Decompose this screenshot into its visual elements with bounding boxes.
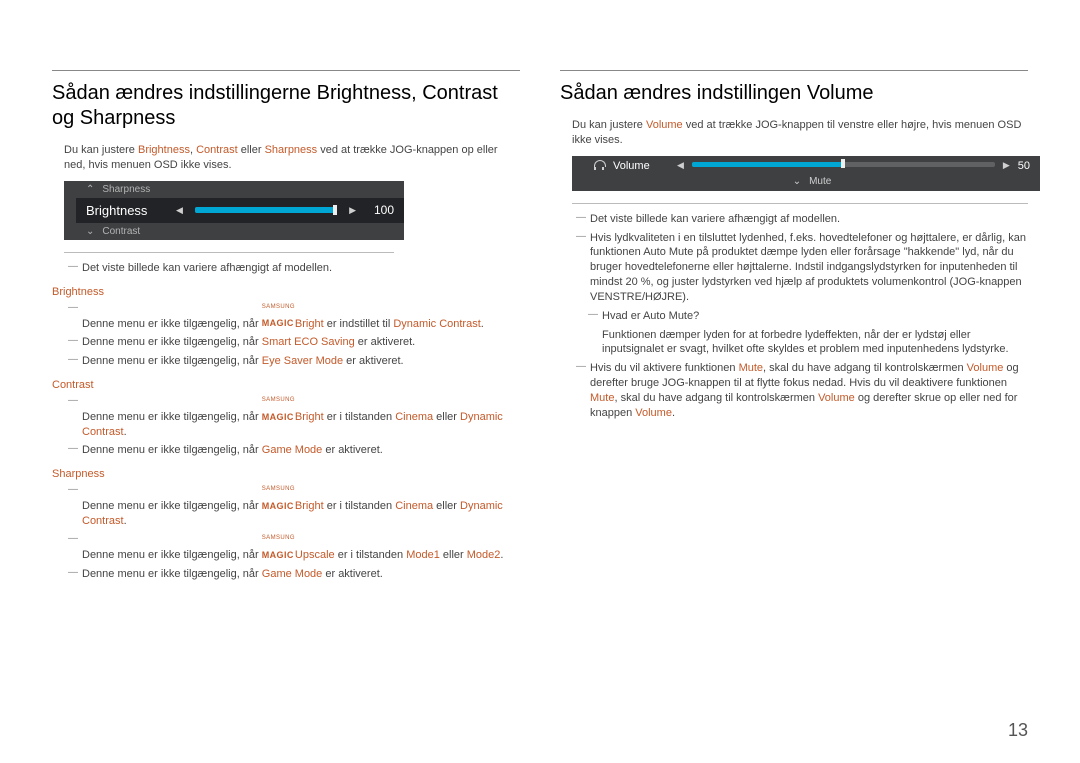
bullet: Denne menu er ikke tilgængelig, når SAMS… bbox=[52, 533, 520, 563]
text: Hvis du vil aktivere funktionen Mute, sk… bbox=[590, 361, 1028, 420]
osd-row-up: ⌃ Sharpness bbox=[76, 181, 404, 198]
osd-mute-label: Mute bbox=[809, 176, 831, 187]
divider bbox=[64, 252, 394, 253]
osd-brightness-widget: ⌃ Sharpness Brightness ◀ ▶ 100 ⌄ Contras… bbox=[64, 181, 404, 240]
hl-sharpness: Sharpness bbox=[265, 144, 318, 156]
note-auto-mute-answer: Funktionen dæmper lyden for at forbedre … bbox=[602, 328, 1028, 358]
note-what-is-auto-mute: Hvad er Auto Mute? bbox=[584, 309, 1028, 324]
text: Du kan justere bbox=[572, 119, 646, 131]
text: Du kan justere bbox=[64, 144, 138, 156]
bullet: Denne menu er ikke tilgængelig, når Eye … bbox=[52, 354, 520, 369]
triangle-right-icon: ▶ bbox=[1003, 160, 1010, 171]
note-auto-mute: Hvis lydkvaliteten i en tilsluttet lyden… bbox=[560, 231, 1028, 305]
right-column: Sådan ændres indstillingen Volume Du kan… bbox=[560, 70, 1028, 585]
brightness-slider[interactable] bbox=[195, 207, 337, 213]
heading-right: Sådan ændres indstillingen Volume bbox=[560, 81, 1028, 106]
osd-selected-value: 100 bbox=[364, 203, 394, 217]
hl-contrast: Contrast bbox=[196, 144, 238, 156]
text: Denne menu er ikke tilgængelig, når SAMS… bbox=[82, 302, 484, 332]
triangle-right-icon: ▶ bbox=[349, 205, 356, 216]
text: Denne menu er ikke tilgængelig, når Eye … bbox=[82, 354, 404, 369]
section-rule bbox=[52, 70, 520, 71]
osd-row-selected: Brightness ◀ ▶ 100 bbox=[76, 198, 404, 223]
text: Hvis lydkvaliteten i en tilsluttet lyden… bbox=[590, 231, 1028, 305]
text: Det viste billede kan variere afhængigt … bbox=[82, 261, 332, 276]
note-mute-toggle: Hvis du vil aktivere funktionen Mute, sk… bbox=[560, 361, 1028, 420]
subhead-sharpness: Sharpness bbox=[52, 468, 520, 480]
osd-volume-row: Volume ◀ ▶ 50 bbox=[584, 156, 1040, 176]
osd-volume-value: 50 bbox=[1018, 160, 1030, 172]
intro-left: Du kan justere Brightness, Contrast elle… bbox=[52, 143, 520, 173]
text: Denne menu er ikke tilgængelig, når Game… bbox=[82, 567, 383, 582]
heading-left: Sådan ændres indstillingerne Brightness,… bbox=[52, 81, 520, 131]
divider bbox=[572, 203, 1028, 204]
osd-selected-label: Brightness bbox=[86, 203, 168, 218]
chevron-down-icon: ⌄ bbox=[793, 176, 801, 187]
osd-volume-widget: Volume ◀ ▶ 50 ⌄ Mute bbox=[572, 156, 1040, 191]
note-model: Det viste billede kan variere afhængigt … bbox=[52, 261, 520, 276]
osd-up-label: Sharpness bbox=[102, 184, 150, 195]
intro-right: Du kan justere Volume ved at trække JOG-… bbox=[560, 118, 1028, 148]
bullet: Denne menu er ikke tilgængelig, når SAMS… bbox=[52, 302, 520, 332]
osd-mute-row: ⌄ Mute bbox=[584, 176, 1040, 191]
section-rule bbox=[560, 70, 1028, 71]
chevron-down-icon: ⌄ bbox=[86, 226, 94, 237]
page-number: 13 bbox=[1008, 720, 1028, 741]
subhead-contrast: Contrast bbox=[52, 379, 520, 391]
text: Denne menu er ikke tilgængelig, når SAMS… bbox=[82, 395, 520, 440]
bullet: Denne menu er ikke tilgængelig, når SAMS… bbox=[52, 484, 520, 529]
bullet: Denne menu er ikke tilgængelig, når Game… bbox=[52, 443, 520, 458]
bullet: Denne menu er ikke tilgængelig, når SAMS… bbox=[52, 395, 520, 440]
bullet: Denne menu er ikke tilgængelig, når Game… bbox=[52, 567, 520, 582]
osd-down-label: Contrast bbox=[102, 226, 140, 237]
text: Det viste billede kan variere afhængigt … bbox=[590, 212, 840, 227]
osd-row-down: ⌄ Contrast bbox=[76, 223, 404, 240]
text: Denne menu er ikke tilgængelig, når SAMS… bbox=[82, 484, 520, 529]
subhead-brightness: Brightness bbox=[52, 286, 520, 298]
hl-brightness: Brightness bbox=[138, 144, 190, 156]
chevron-up-icon: ⌃ bbox=[86, 184, 94, 195]
text: Denne menu er ikke tilgængelig, når SAMS… bbox=[82, 533, 503, 563]
note-model: Det viste billede kan variere afhængigt … bbox=[560, 212, 1028, 227]
hl-volume: Volume bbox=[646, 119, 683, 131]
triangle-left-icon: ◀ bbox=[677, 160, 684, 171]
headphone-icon bbox=[594, 160, 605, 171]
text: eller bbox=[238, 144, 265, 156]
triangle-left-icon: ◀ bbox=[176, 205, 183, 216]
bullet: Denne menu er ikke tilgængelig, når Smar… bbox=[52, 335, 520, 350]
text: Denne menu er ikke tilgængelig, når Smar… bbox=[82, 335, 415, 350]
left-column: Sådan ændres indstillingerne Brightness,… bbox=[52, 70, 520, 585]
text: Denne menu er ikke tilgængelig, når Game… bbox=[82, 443, 383, 458]
volume-slider[interactable] bbox=[692, 160, 995, 172]
osd-volume-label: Volume bbox=[613, 160, 669, 172]
text: Hvad er Auto Mute? bbox=[602, 309, 699, 324]
